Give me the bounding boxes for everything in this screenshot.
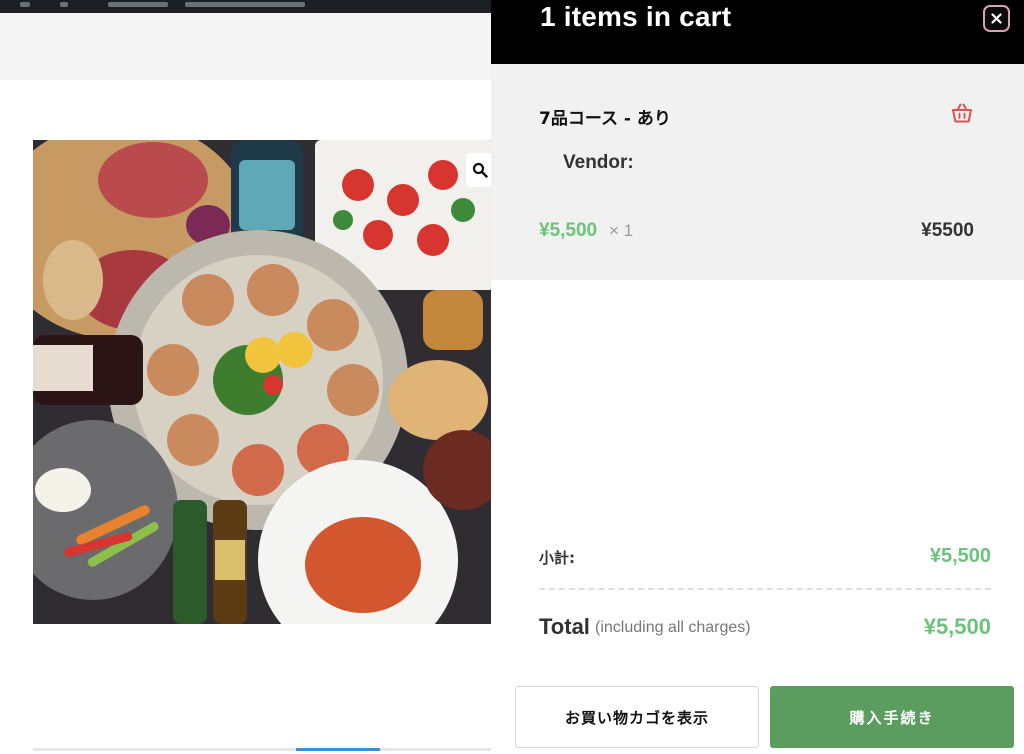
vendor-label: Vendor:: [563, 152, 634, 173]
toolbar-mark: [108, 2, 168, 7]
remove-item-button[interactable]: [949, 100, 975, 126]
cart-header: 1 items in cart: [491, 0, 1024, 64]
total-value: ¥5,500: [923, 614, 991, 639]
image-scroll-track: [33, 748, 491, 751]
image-zoom-button[interactable]: [466, 153, 491, 187]
summary-divider: [539, 588, 991, 590]
magnifier-icon: [472, 162, 488, 178]
close-icon: [991, 13, 1002, 24]
unit-price: ¥5,500: [539, 220, 598, 241]
quantity-text: × 1: [609, 221, 634, 240]
subtotal-label: 小計:: [539, 549, 575, 567]
cart-line-item: 7品コース - あり Vendor: ¥5,500 × 1 ¥5500: [491, 64, 1024, 280]
basket-icon: [952, 103, 972, 123]
checkout-button[interactable]: 購入手続き: [770, 686, 1014, 748]
subtotal-value: ¥5,500: [929, 545, 991, 567]
product-image[interactable]: [33, 140, 491, 624]
cart-drawer: 1 items in cart 7品コース - あり Vendor: ¥5,50…: [491, 0, 1024, 754]
food-platter-photo: [33, 140, 491, 624]
close-cart-button[interactable]: [983, 5, 1010, 32]
total-note: (including all charges): [595, 619, 751, 636]
view-cart-button[interactable]: お買い物カゴを表示: [515, 686, 759, 748]
toolbar-mark: [185, 2, 305, 7]
toolbar-mark: [60, 2, 68, 7]
cart-title: 1 items in cart: [540, 1, 732, 32]
item-name[interactable]: 7品コース - あり: [539, 104, 671, 129]
line-total: ¥5500: [921, 220, 974, 241]
image-scroll-indicator[interactable]: [296, 748, 380, 751]
toolbar-mark: [20, 2, 30, 7]
total-label: Total: [539, 614, 590, 639]
